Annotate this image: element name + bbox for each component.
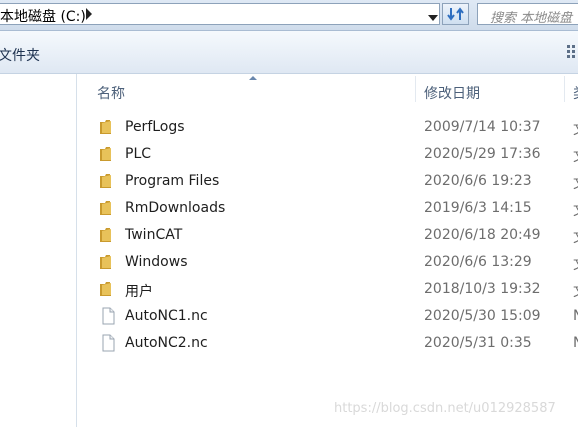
file-icon <box>99 334 117 352</box>
file-name: Windows <box>125 254 188 270</box>
folder-icon <box>99 280 117 298</box>
file-name: AutoNC1.nc <box>125 308 208 324</box>
file-name: TwinCAT <box>125 227 183 243</box>
file-date: 2020/6/6 19:23 <box>424 173 532 189</box>
folder-icon <box>99 145 117 163</box>
file-row[interactable]: TwinCAT 2020/6/18 20:49 文 <box>77 222 578 249</box>
file-row[interactable]: PerfLogs 2009/7/14 10:37 文 <box>77 114 578 141</box>
column-headers: 名称 修改日期 类 <box>77 74 578 104</box>
search-placeholder: 搜索 本地磁盘 <box>490 11 573 26</box>
folder-icon <box>99 199 117 217</box>
address-dropdown-icon[interactable] <box>424 7 440 27</box>
column-header-date[interactable]: 修改日期 <box>424 83 480 103</box>
column-divider[interactable] <box>415 76 416 102</box>
view-options-icon[interactable] <box>567 43 577 59</box>
folder-icon <box>99 226 117 244</box>
file-row[interactable]: Program Files 2020/6/6 19:23 文 <box>77 168 578 195</box>
file-name: RmDownloads <box>125 200 226 216</box>
file-icon <box>99 307 117 325</box>
address-path[interactable]: 本地磁盘 (C:) <box>0 6 86 26</box>
file-name: Program Files <box>125 173 220 189</box>
file-name: 用户 <box>125 284 153 300</box>
column-header-type[interactable]: 类 <box>573 83 578 103</box>
file-row[interactable]: AutoNC2.nc 2020/5/31 0:35 N <box>77 330 578 357</box>
file-date: 2020/5/31 0:35 <box>424 335 532 351</box>
file-row[interactable]: RmDownloads 2019/6/3 14:15 文 <box>77 195 578 222</box>
file-row[interactable]: 用户 2018/10/3 19:32 文 <box>77 276 578 303</box>
file-date: 2020/6/6 13:29 <box>424 254 532 270</box>
file-date: 2018/10/3 19:32 <box>424 281 541 297</box>
breadcrumb-chevron-icon[interactable] <box>86 8 92 20</box>
file-date: 2019/6/3 14:15 <box>424 200 532 216</box>
file-date: 2009/7/14 10:37 <box>424 119 541 135</box>
folder-icon <box>99 172 117 190</box>
file-type: 文 <box>573 281 578 301</box>
file-name: PLC <box>125 146 152 162</box>
file-type: 文 <box>573 173 578 193</box>
file-name: PerfLogs <box>125 119 185 135</box>
sort-ascending-icon <box>249 76 257 80</box>
new-folder-button[interactable]: 文件夹 <box>0 45 40 65</box>
watermark-text: https://blog.csdn.net/u012928587 <box>334 401 556 416</box>
file-row[interactable]: Windows 2020/6/6 13:29 文 <box>77 249 578 276</box>
file-name: AutoNC2.nc <box>125 335 208 351</box>
file-row[interactable]: PLC 2020/5/29 17:36 文 <box>77 141 578 168</box>
folder-icon <box>99 118 117 136</box>
file-type: 文 <box>573 200 578 220</box>
column-header-name[interactable]: 名称 <box>97 83 125 103</box>
file-type: 文 <box>573 119 578 139</box>
refresh-icon <box>447 7 464 21</box>
file-date: 2020/5/30 15:09 <box>424 308 541 324</box>
file-type: 文 <box>573 146 578 166</box>
address-bar-row: 本地磁盘 (C:) 搜索 本地磁盘 <box>0 0 578 31</box>
file-type: 文 <box>573 227 578 247</box>
refresh-button[interactable] <box>442 3 469 25</box>
file-list: PerfLogs 2009/7/14 10:37 文 PLC 2020/5/29… <box>77 114 578 357</box>
search-input[interactable]: 搜索 本地磁盘 <box>477 3 578 26</box>
command-toolbar: 文件夹 <box>0 31 578 74</box>
navigation-pane[interactable] <box>0 74 76 427</box>
folder-icon <box>99 253 117 271</box>
file-date: 2020/5/29 17:36 <box>424 146 541 162</box>
file-type: N <box>573 308 578 324</box>
file-date: 2020/6/18 20:49 <box>424 227 541 243</box>
column-divider[interactable] <box>564 76 565 102</box>
file-type: 文 <box>573 254 578 274</box>
address-bar[interactable]: 本地磁盘 (C:) <box>0 3 440 25</box>
file-type: N <box>573 335 578 351</box>
file-row[interactable]: AutoNC1.nc 2020/5/30 15:09 N <box>77 303 578 330</box>
